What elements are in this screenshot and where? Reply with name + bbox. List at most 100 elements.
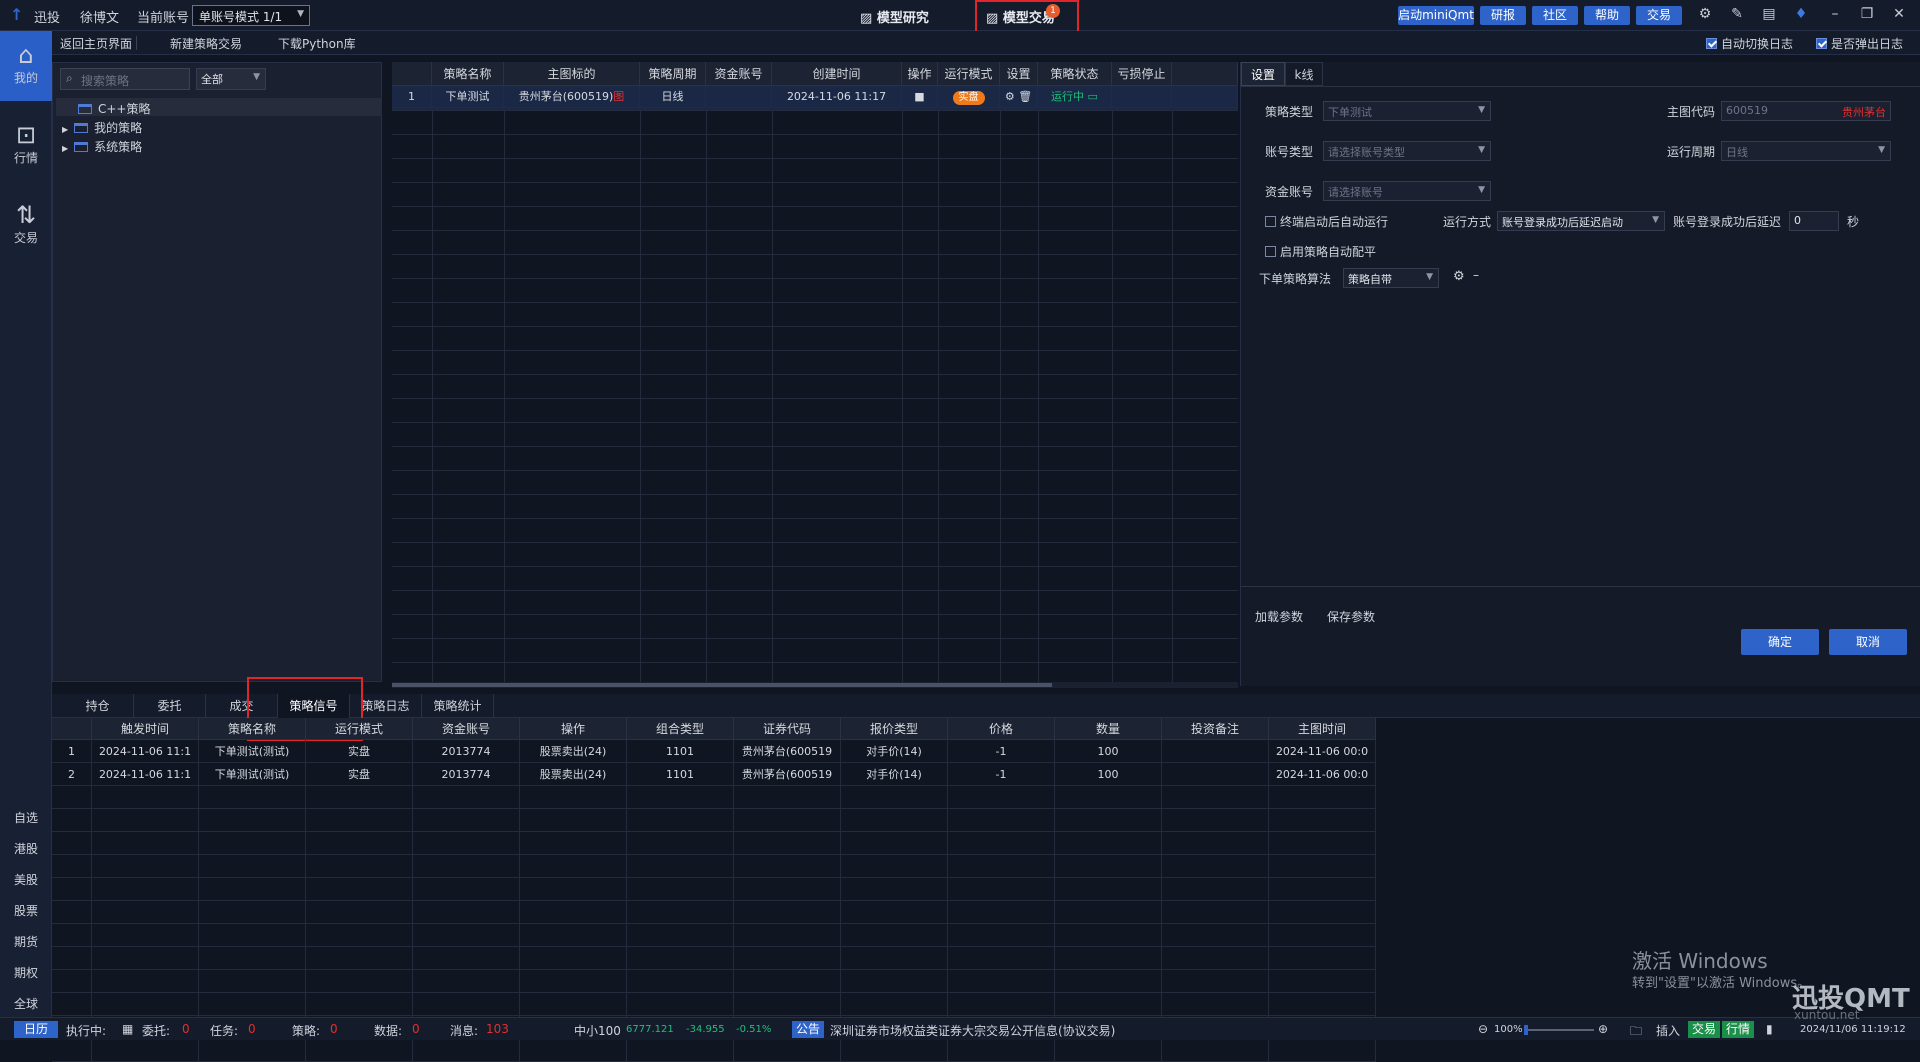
calendar-button[interactable]: 日历 — [14, 1021, 58, 1038]
notice-text[interactable]: 深圳证券市场权益类证券大宗交易公开信息(协议交易) — [830, 1022, 1115, 1039]
tree-item-mine[interactable]: ▶ 我的策略 — [62, 119, 142, 136]
grid-header[interactable]: 策略周期 — [640, 62, 706, 86]
search-input[interactable]: ⌕ 搜索策略 — [60, 68, 190, 90]
signal-header[interactable]: 证券代码 — [734, 718, 841, 740]
algo-select[interactable]: 策略自带 ▼ — [1343, 268, 1439, 288]
signal-header[interactable]: 主图时间 — [1269, 718, 1376, 740]
signal-header[interactable]: 操作 — [520, 718, 627, 740]
research-button[interactable]: 研报 — [1480, 6, 1526, 25]
auto-level-checkbox[interactable]: 启用策略自动配平 — [1265, 243, 1376, 260]
signal-header[interactable]: 资金账号 — [413, 718, 520, 740]
strategy-type-select[interactable]: 下单测试 ▼ — [1323, 101, 1491, 121]
nav-us[interactable]: 美股 — [0, 871, 52, 888]
user-name[interactable]: 徐博文 — [80, 7, 119, 26]
account-type-select[interactable]: 请选择账号类型 ▼ — [1323, 141, 1491, 161]
signal-header[interactable]: 数量 — [1055, 718, 1162, 740]
cancel-button[interactable]: 取消 — [1829, 629, 1907, 655]
grid-header[interactable]: 操作 — [902, 62, 938, 86]
stop-icon[interactable]: ■ — [902, 86, 938, 108]
close-icon[interactable]: ✕ — [1890, 6, 1908, 22]
run-mode-toggle[interactable]: 实盘 — [938, 86, 1000, 108]
community-button[interactable]: 社区 — [1532, 6, 1578, 25]
tree-item-cpp[interactable]: C++策略 — [78, 100, 151, 117]
delay-input[interactable]: 0 — [1789, 211, 1839, 231]
grid-header[interactable]: 亏损停止 — [1112, 62, 1172, 86]
nav-quotes[interactable]: ⊡ 行情 — [0, 121, 52, 166]
start-miniqmt-button[interactable]: 启动miniQmt — [1398, 6, 1474, 25]
help-button[interactable]: 帮助 — [1584, 6, 1630, 25]
nav-trade[interactable]: ⇅ 交易 — [0, 201, 52, 246]
load-params-button[interactable]: 加载参数 — [1255, 608, 1303, 625]
auto-run-checkbox[interactable]: 终端启动后自动运行 — [1265, 213, 1388, 230]
account-mode-select[interactable]: 单账号模式 1/1 ▼ — [192, 5, 310, 26]
layout-icon[interactable]: ▤ — [1760, 6, 1778, 22]
nav-stock[interactable]: 股票 — [0, 902, 52, 919]
signal-header[interactable] — [52, 718, 92, 740]
minimize-icon[interactable]: – — [1826, 6, 1844, 22]
new-strategy-link[interactable]: 新建策略交易 — [170, 35, 242, 52]
zoom-slider[interactable] — [1524, 1025, 1594, 1035]
main-code-input[interactable]: 600519 贵州茅台 — [1721, 101, 1891, 121]
tab-orders[interactable]: 委托 — [134, 694, 206, 718]
nav-options[interactable]: 期权 — [0, 964, 52, 981]
monitor-icon[interactable]: ▭ — [1088, 90, 1098, 103]
signal-header[interactable]: 报价类型 — [841, 718, 948, 740]
minus-icon[interactable]: – — [1473, 268, 1479, 282]
signal-header[interactable]: 触发时间 — [92, 718, 199, 740]
tab-strategy-stats[interactable]: 策略统计 — [422, 694, 494, 718]
run-mode-select[interactable]: 账号登录成功后延迟启动 ▼ — [1497, 211, 1665, 231]
nav-hk[interactable]: 港股 — [0, 840, 52, 857]
trash-icon[interactable]: 🗑 — [1018, 90, 1032, 103]
chevron-down-icon: ▼ — [1478, 185, 1485, 195]
tree-item-system[interactable]: ▶ 系统策略 — [62, 138, 142, 155]
filter-select[interactable]: 全部 ▼ — [196, 68, 266, 90]
grid-header[interactable]: 策略名称 — [432, 62, 504, 86]
gear-icon[interactable]: ⚙ — [1453, 269, 1465, 284]
empty-cell — [199, 855, 306, 878]
home-link[interactable]: 返回主页界面 — [60, 35, 132, 52]
tab-model-research[interactable]: ▨ 模型研究 — [860, 7, 929, 26]
grid-header[interactable]: 创建时间 — [772, 62, 902, 86]
fund-account-select[interactable]: 请选择账号 ▼ — [1323, 181, 1491, 201]
download-python-link[interactable]: 下载Python库 — [278, 35, 356, 52]
grid-header[interactable]: 资金账号 — [706, 62, 772, 86]
chart-link-icon[interactable]: 图 — [613, 90, 624, 103]
signal-header[interactable]: 投资备注 — [1162, 718, 1269, 740]
table-row[interactable]: 1 下单测试 贵州茅台(600519)图 日线 2024-11-06 11:17… — [392, 86, 1238, 110]
scrollbar-thumb[interactable] — [392, 683, 1052, 687]
grid-header[interactable]: 设置 — [1000, 62, 1038, 86]
trade-status-badge[interactable]: 交易 — [1688, 1021, 1721, 1038]
gear-icon[interactable]: ⚙ — [1696, 6, 1714, 22]
nav-futures[interactable]: 期货 — [0, 933, 52, 950]
zoom-slider-handle[interactable] — [1524, 1025, 1528, 1035]
gear-icon[interactable]: ⚙ — [1005, 90, 1015, 103]
tab-positions[interactable]: 持仓 — [62, 694, 134, 718]
popup-log-toggle[interactable]: 是否弹出日志 — [1816, 35, 1903, 52]
zoom-out-icon[interactable]: ⊖ — [1478, 1022, 1488, 1036]
tab-kline[interactable]: k线 — [1285, 62, 1323, 86]
edit-icon[interactable]: ✎ — [1728, 6, 1746, 22]
zoom-in-icon[interactable]: ⊕ — [1598, 1022, 1608, 1036]
quote-status-badge[interactable]: 行情 — [1722, 1021, 1755, 1038]
empty-cell — [52, 809, 92, 832]
tab-settings[interactable]: 设置 — [1241, 62, 1285, 86]
restore-icon[interactable]: ❐ — [1858, 6, 1876, 22]
grid-header[interactable]: 主图标的 — [504, 62, 640, 86]
signal-header[interactable]: 组合类型 — [627, 718, 734, 740]
grid-header[interactable]: 运行模式 — [938, 62, 1000, 86]
shirt-icon[interactable]: ♦ — [1792, 6, 1810, 22]
nav-watchlist[interactable]: 自选 — [0, 809, 52, 826]
grid-header[interactable]: 策略状态 — [1038, 62, 1112, 86]
run-period-select[interactable]: 日线 ▼ — [1721, 141, 1891, 161]
horizontal-scrollbar[interactable] — [392, 682, 1238, 688]
signal-header[interactable]: 价格 — [948, 718, 1055, 740]
empty-cell — [627, 924, 734, 947]
trade-button[interactable]: 交易 — [1636, 6, 1682, 25]
save-params-button[interactable]: 保存参数 — [1327, 608, 1375, 625]
nav-global[interactable]: 全球 — [0, 995, 52, 1012]
auto-log-toggle[interactable]: 自动切换日志 — [1706, 35, 1793, 52]
signal-header[interactable]: 策略名称 — [199, 718, 306, 740]
signal-header[interactable]: 运行模式 — [306, 718, 413, 740]
confirm-button[interactable]: 确定 — [1741, 629, 1819, 655]
nav-mine[interactable]: ⌂ 我的 — [0, 31, 52, 101]
